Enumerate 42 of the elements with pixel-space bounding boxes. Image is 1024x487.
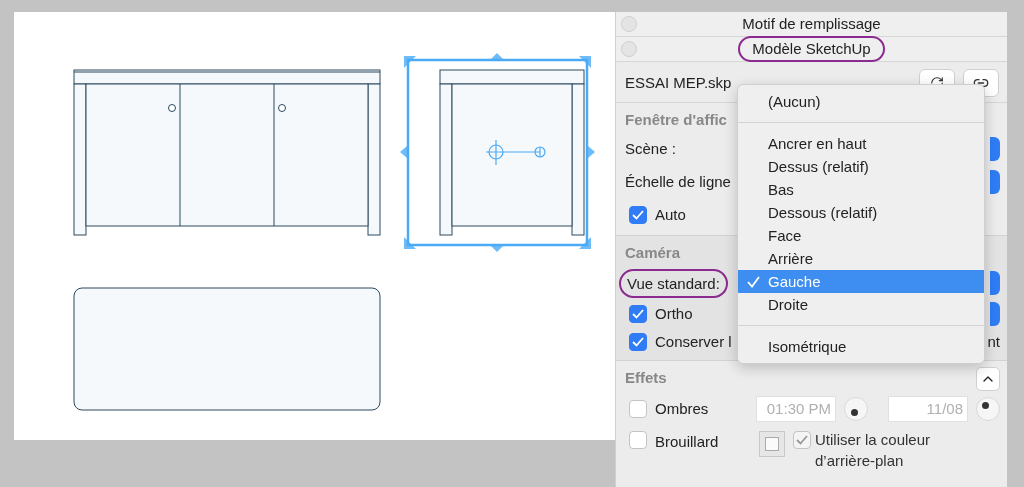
field-label: Scène : (625, 139, 676, 159)
section-title: Modèle SketchUp (738, 36, 885, 62)
file-name: ESSAI MEP.skp (625, 73, 732, 93)
checkbox[interactable] (629, 431, 647, 449)
menu-item[interactable]: Isométrique (738, 335, 984, 358)
menu-item[interactable]: Face (738, 224, 984, 247)
select-stepper[interactable] (990, 170, 1000, 194)
checkbox-label: Brouillard (655, 432, 720, 452)
section-title: Fenêtre d'affic (625, 110, 727, 130)
checkbox[interactable] (629, 305, 647, 323)
checkbox-label: Conserver l (655, 332, 732, 352)
menu-item[interactable]: Arrière (738, 247, 984, 270)
section-title: Effets (625, 368, 667, 388)
select-stepper[interactable] (990, 302, 1000, 326)
option-label: nt (987, 332, 1000, 352)
checkbox-label: Ombres (655, 399, 709, 419)
select-stepper[interactable] (990, 137, 1000, 161)
cabinet-side-drawing[interactable] (400, 53, 595, 252)
checkbox-label: Ortho (655, 304, 693, 324)
collapse-button[interactable] (976, 367, 1000, 391)
checkbox[interactable] (629, 400, 647, 418)
menu-item[interactable]: Bas (738, 178, 984, 201)
rounded-rectangle-shape[interactable] (73, 287, 381, 411)
select-stepper[interactable] (990, 271, 1000, 295)
field-label: Vue standard: (619, 268, 728, 298)
section-title: Motif de remplissage (741, 14, 882, 34)
date-dial-icon[interactable] (976, 397, 1000, 421)
checkbox[interactable] (629, 206, 647, 224)
color-swatch[interactable] (759, 431, 785, 457)
menu-item[interactable]: Droite (738, 293, 984, 316)
checkbox[interactable] (629, 333, 647, 351)
menu-item[interactable]: Dessous (relatif) (738, 201, 984, 224)
check-icon (747, 276, 760, 288)
section-title: Caméra (625, 243, 681, 263)
section-header[interactable]: Modèle SketchUp (616, 37, 1007, 62)
time-dial-icon[interactable] (844, 397, 868, 421)
menu-item[interactable]: Ancrer en haut (738, 132, 984, 155)
checkbox-label: Utiliser la couleur d’arrière-plan (815, 430, 932, 471)
checkbox-label: Auto (655, 205, 686, 225)
menu-item[interactable]: (Aucun) (738, 90, 984, 113)
menu-item[interactable]: Dessus (relatif) (738, 155, 984, 178)
field-label: Échelle de ligne (625, 172, 731, 192)
